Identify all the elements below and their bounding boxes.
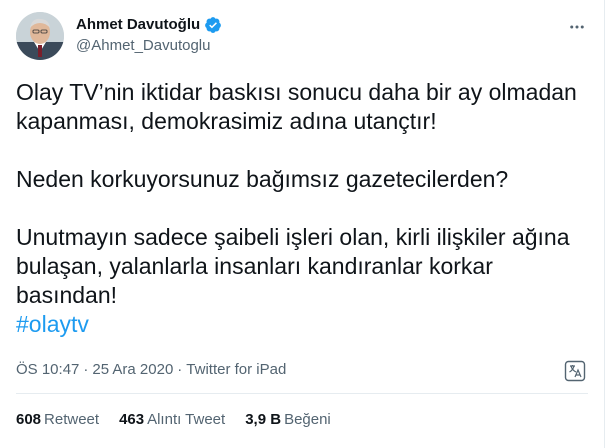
retweets-label: Retweet: [44, 411, 100, 428]
tweet-stats: 608 Retweet 463 Alıntı Tweet 3,9 B Beğeni: [16, 411, 331, 428]
retweets-count: 608: [16, 411, 42, 428]
meta-separator: ·: [83, 361, 89, 378]
likes-stat[interactable]: 3,9 B Beğeni: [245, 411, 331, 428]
quotes-label: Alıntı Tweet: [147, 411, 226, 428]
tweet-date[interactable]: 25 Ara 2020: [92, 361, 173, 378]
display-name[interactable]: Ahmet Davutoğlu: [76, 15, 200, 35]
hashtag-link[interactable]: #olaytv: [16, 311, 89, 337]
likes-count: 3,9 B: [245, 411, 282, 428]
tweet-paragraph-2: Neden korkuyorsunuz bağımsız gazeteciler…: [16, 166, 509, 192]
more-options-icon[interactable]: [566, 16, 588, 38]
likes-label: Beğeni: [284, 411, 331, 428]
divider: [16, 393, 588, 394]
tweet-card: Ahmet Davutoğlu @Ahmet_Davutoglu Olay TV…: [0, 0, 605, 448]
meta-separator: ·: [177, 361, 183, 378]
quotes-stat[interactable]: 463 Alıntı Tweet: [119, 411, 225, 428]
avatar[interactable]: [16, 12, 64, 60]
user-handle[interactable]: @Ahmet_Davutoglu: [76, 36, 222, 56]
user-names: Ahmet Davutoğlu @Ahmet_Davutoglu: [76, 15, 222, 56]
translate-icon[interactable]: [564, 360, 586, 382]
tweet-paragraph-1: Olay TV’nin iktidar baskısı sonucu daha …: [16, 79, 577, 134]
tweet-paragraph-3: Unutmayın sadece şaibeli işleri olan, ki…: [16, 224, 570, 308]
display-name-row[interactable]: Ahmet Davutoğlu: [76, 15, 222, 35]
tweet-source[interactable]: Twitter for iPad: [186, 361, 286, 378]
quotes-count: 463: [119, 411, 145, 428]
tweet-header: Ahmet Davutoğlu @Ahmet_Davutoglu: [16, 12, 588, 64]
tweet-text: Olay TV’nin iktidar baskısı sonucu daha …: [16, 78, 588, 339]
tweet-meta: ÖS 10:47 · 25 Ara 2020 · Twitter for iPa…: [16, 361, 286, 378]
retweets-stat[interactable]: 608 Retweet: [16, 411, 99, 428]
tweet-time[interactable]: ÖS 10:47: [16, 361, 79, 378]
avatar-photo: [16, 12, 64, 60]
verified-badge-icon: [204, 16, 222, 34]
